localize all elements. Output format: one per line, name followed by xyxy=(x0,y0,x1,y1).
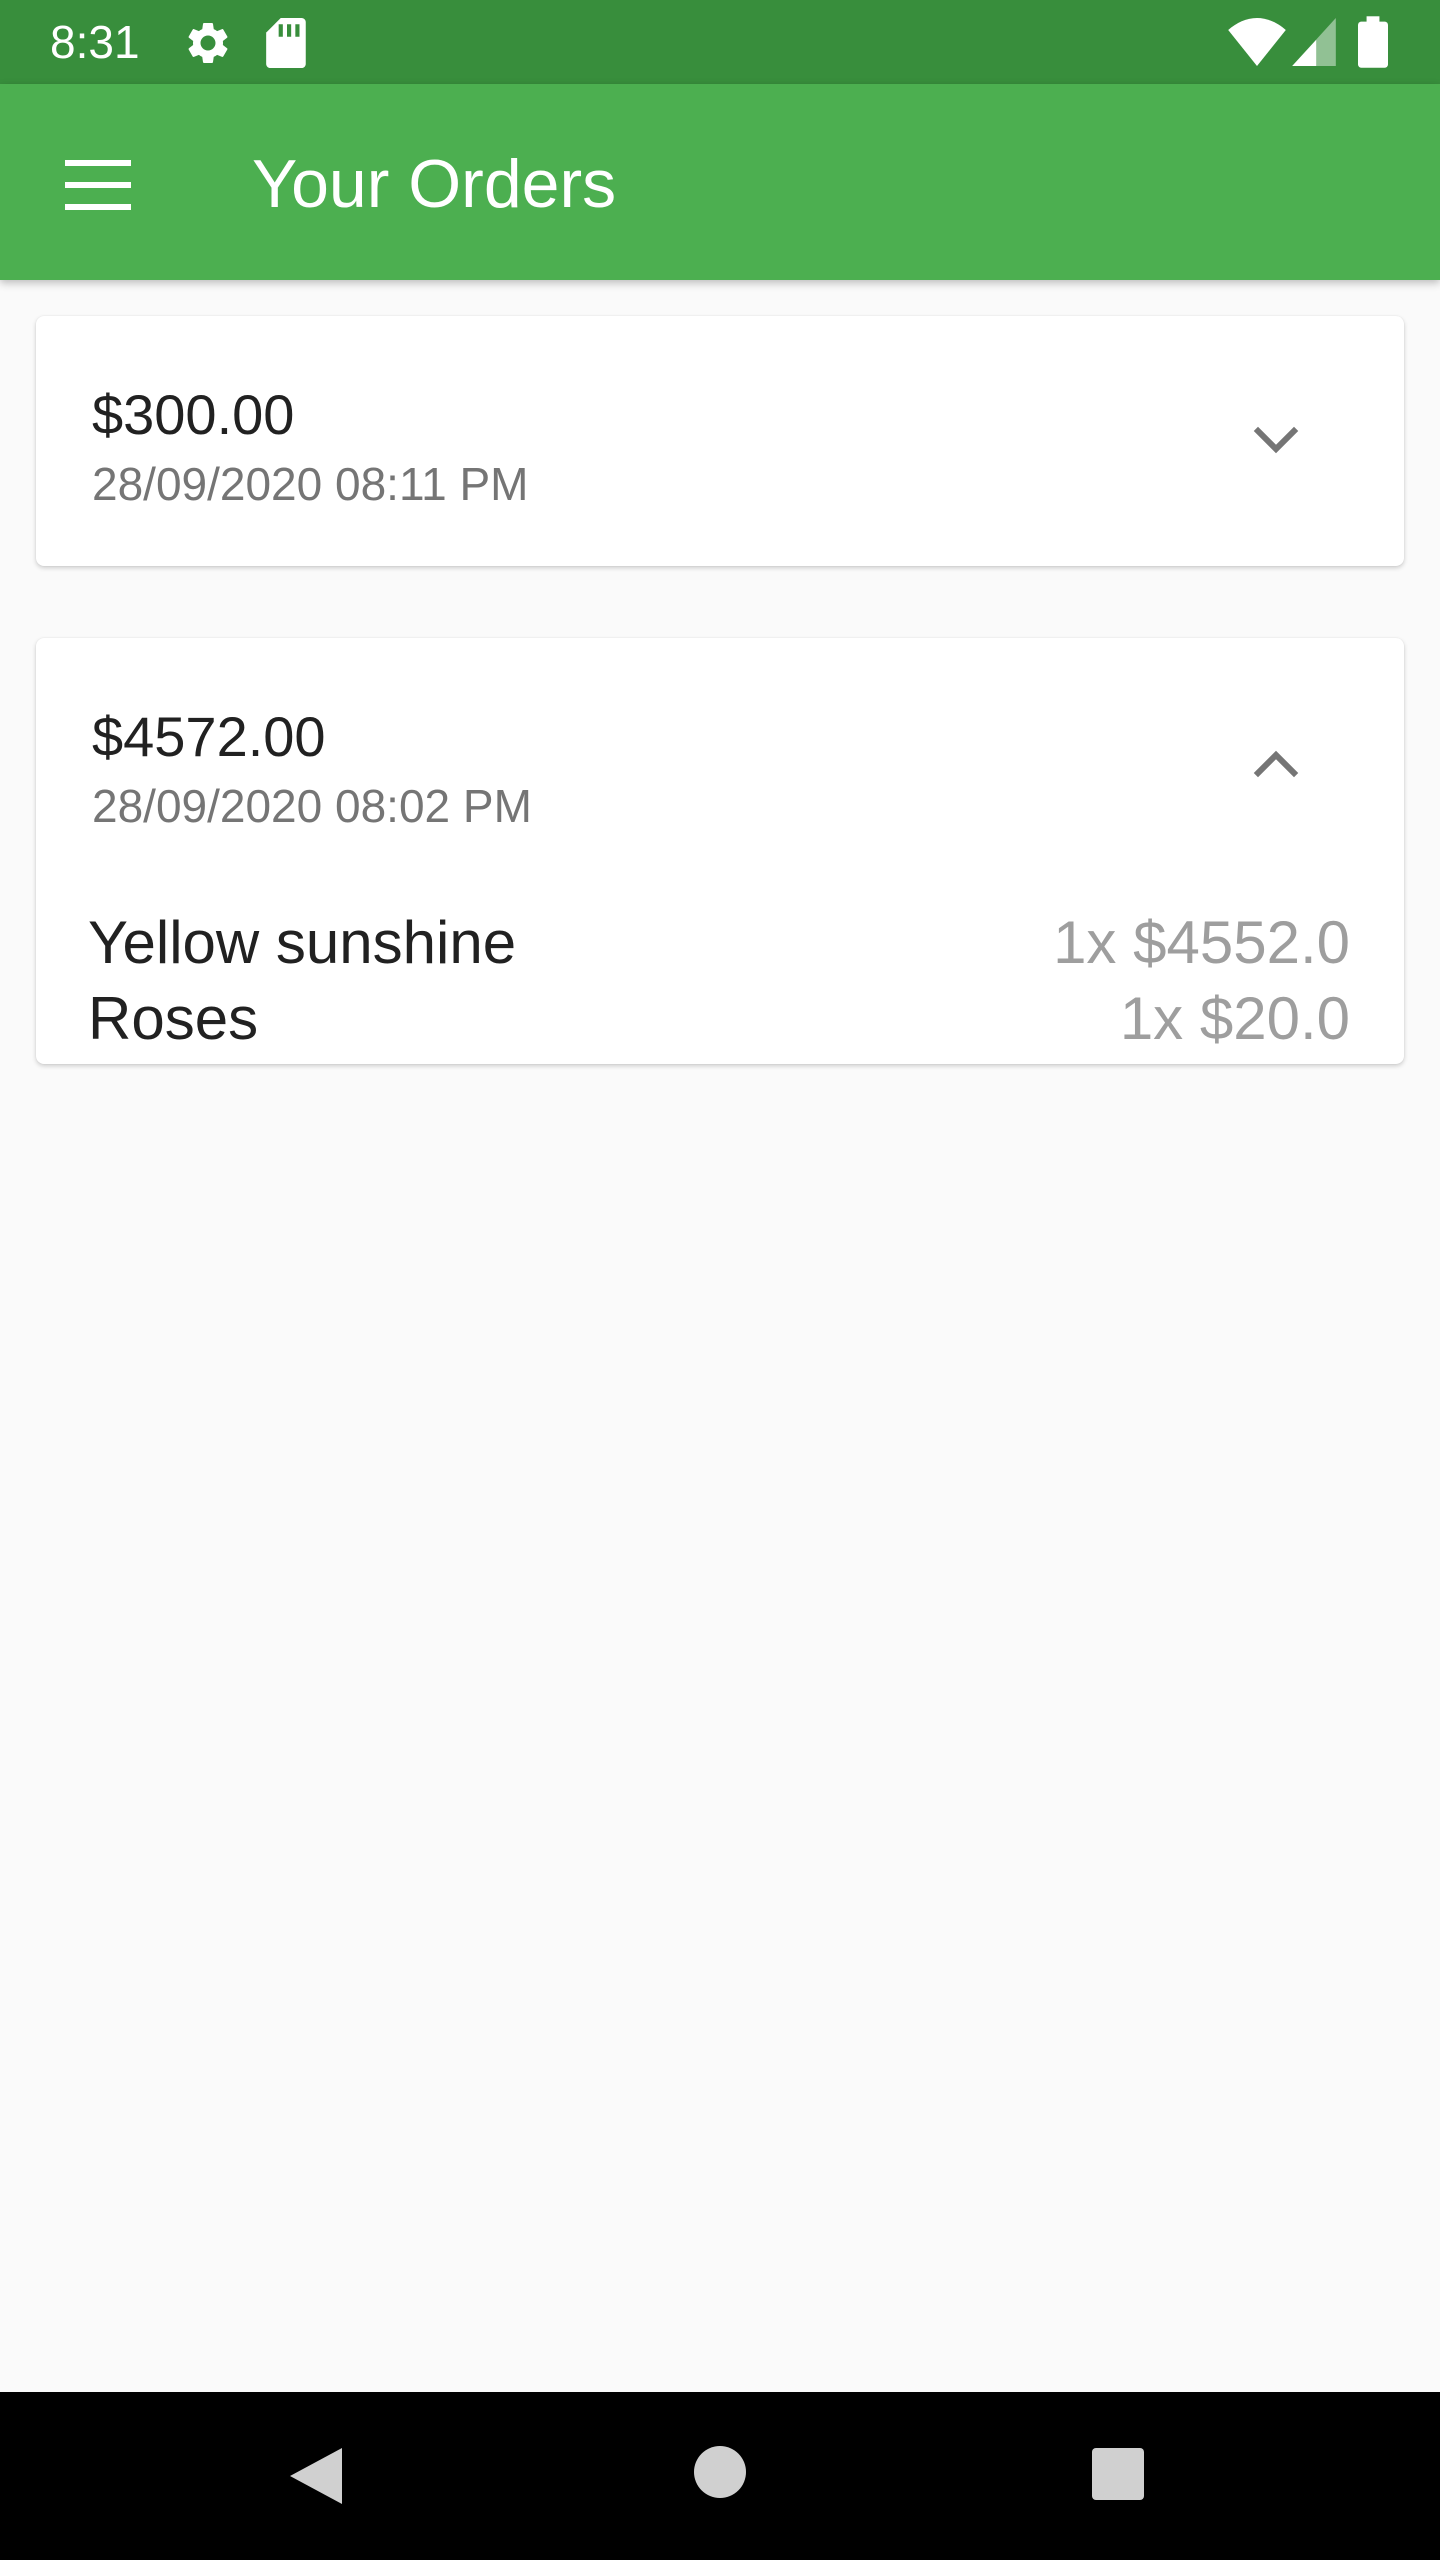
app-bar: Your Orders xyxy=(0,84,1440,280)
status-bar: 8:31 xyxy=(0,0,1440,84)
menu-button[interactable] xyxy=(40,136,156,236)
order-card-header[interactable]: $300.00 28/09/2020 08:11 PM xyxy=(36,316,1404,566)
order-datetime: 28/09/2020 08:11 PM xyxy=(92,458,529,510)
order-amount: $300.00 xyxy=(92,383,295,446)
order-card: $4572.00 28/09/2020 08:02 PM Yellow suns… xyxy=(36,638,1404,1064)
order-item-qty-price: 1x $4552.0 xyxy=(1053,909,1350,976)
battery-icon xyxy=(1358,16,1388,68)
home-icon[interactable] xyxy=(692,2444,748,2500)
sd-card-icon xyxy=(266,18,306,68)
navigation-bar xyxy=(0,2392,1440,2560)
order-item-name: Yellow sunshine xyxy=(88,909,517,976)
chevron-up-icon[interactable] xyxy=(1236,723,1316,803)
order-amount: $4572.00 xyxy=(92,705,326,768)
wifi-icon xyxy=(1228,18,1286,66)
recents-icon[interactable] xyxy=(1090,2446,1146,2502)
cell-signal-icon xyxy=(1292,18,1336,66)
order-item-name: Roses xyxy=(88,985,259,1052)
order-item-qty-price: 1x $20.0 xyxy=(1119,985,1350,1052)
order-datetime: 28/09/2020 08:02 PM xyxy=(92,780,532,832)
chevron-down-icon[interactable] xyxy=(1236,401,1316,481)
status-time: 8:31 xyxy=(50,16,140,68)
back-icon[interactable] xyxy=(284,2444,348,2508)
order-item-row: Roses 1x $20.0 xyxy=(36,980,1404,1058)
page-title: Your Orders xyxy=(252,146,617,222)
hamburger-menu-icon xyxy=(65,160,131,210)
order-card-header[interactable]: $4572.00 28/09/2020 08:02 PM xyxy=(36,638,1404,888)
order-card: $300.00 28/09/2020 08:11 PM xyxy=(36,316,1404,566)
gear-icon xyxy=(188,22,228,63)
order-item-row: Yellow sunshine 1x $4552.0 xyxy=(36,904,1404,982)
